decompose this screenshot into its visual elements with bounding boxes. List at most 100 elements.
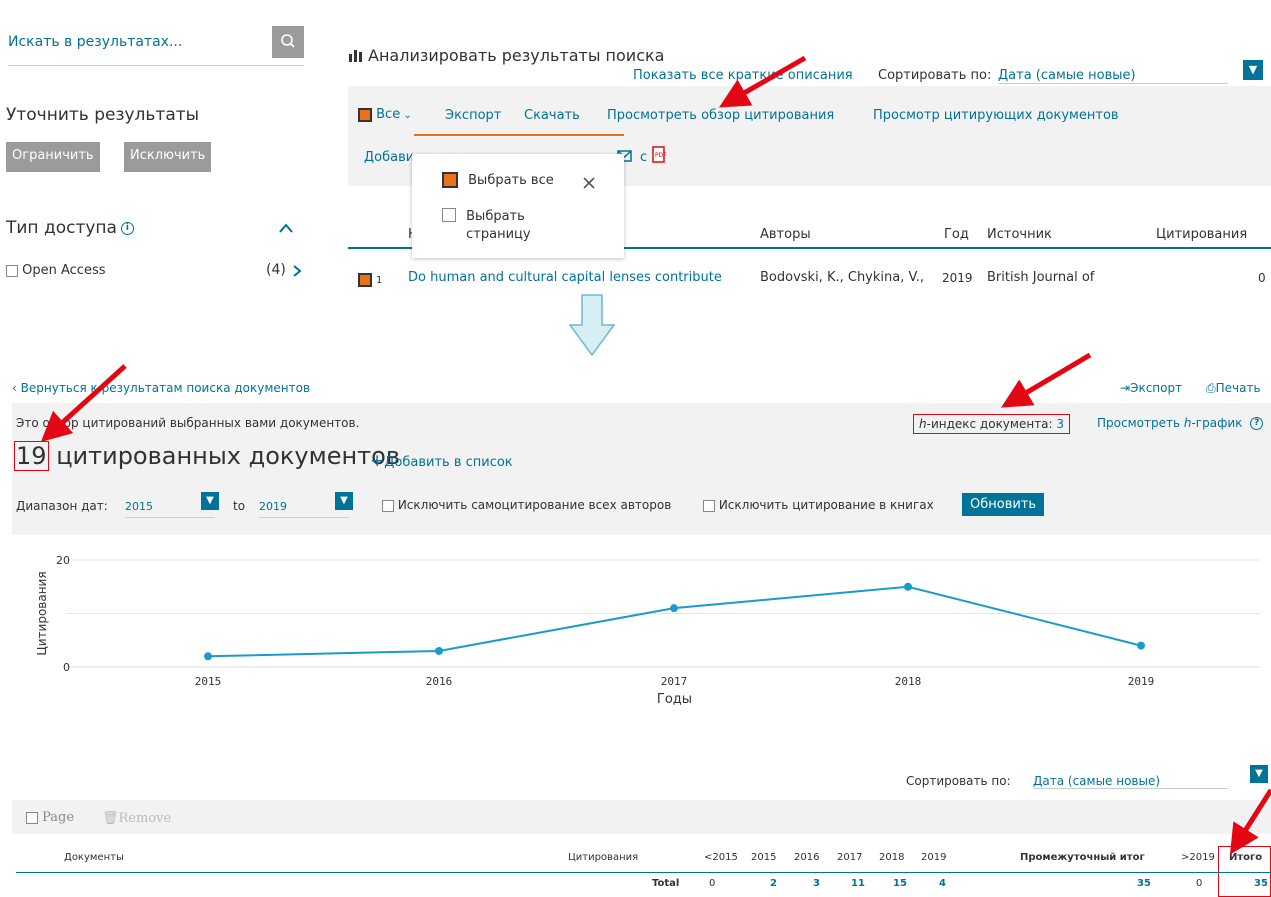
exclude-self-citations[interactable]: Исключить самоцитирование всех авторов — [382, 498, 671, 512]
table-toolbar — [12, 800, 1271, 834]
chevron-left-icon: ‹ — [12, 381, 17, 395]
search-button[interactable] — [272, 26, 304, 58]
table-sort-label: Сортировать по: — [906, 774, 1011, 788]
citations-header[interactable]: Цитирования — [568, 852, 638, 863]
row-source[interactable]: British Journal of — [987, 270, 1094, 285]
exclude-books-label: Исключить цитирование в книгах — [718, 498, 934, 512]
data-point[interactable] — [904, 582, 912, 591]
total-2015[interactable]: 2 — [770, 878, 777, 889]
add-to-list-link-tail[interactable]: с — [640, 150, 647, 165]
x-tick-label: 2019 — [1128, 675, 1155, 688]
open-access-label: Open Access — [22, 263, 106, 278]
lt2015-header[interactable]: <2015 — [704, 852, 738, 863]
subtotal-header[interactable]: Промежуточный итог — [1020, 852, 1145, 863]
sort-select[interactable]: Дата (самые новые) — [998, 68, 1228, 84]
select-all-option-checkbox[interactable] — [442, 172, 458, 188]
row-citations: 0 — [1258, 271, 1266, 285]
data-point[interactable] — [204, 652, 212, 661]
table-sort-select[interactable]: Дата (самые новые) — [1033, 774, 1228, 789]
total-2018[interactable]: 15 — [893, 878, 907, 889]
trash-icon: 🗑 — [102, 811, 119, 826]
download-link[interactable]: Скачать — [524, 108, 580, 123]
2015-header[interactable]: 2015 — [751, 852, 776, 863]
exclude-self-checkbox[interactable] — [382, 499, 394, 512]
add-to-list-button[interactable]: +Добавить в список — [370, 451, 513, 471]
chevron-down-icon[interactable]: ⌄ — [400, 110, 411, 121]
select-page-option[interactable]: Выбрать страницу — [442, 208, 531, 244]
2016-header[interactable]: 2016 — [794, 852, 819, 863]
limit-button[interactable]: Ограничить — [6, 142, 100, 172]
citations-column-header[interactable]: Цитирования — [1156, 227, 1247, 242]
date-to-label: to — [233, 499, 246, 513]
exclude-book-citations[interactable]: Исключить цитирование в книгах — [703, 498, 934, 512]
show-abstracts-link[interactable]: Показать все краткие описания — [633, 68, 853, 83]
help-icon[interactable]: ? — [1250, 417, 1264, 430]
select-all-option[interactable]: Выбрать все — [442, 172, 554, 188]
exclude-books-checkbox[interactable] — [703, 499, 715, 512]
total-2016[interactable]: 3 — [813, 878, 820, 889]
open-access-filter[interactable]: Open Access — [6, 263, 106, 278]
x-tick-label: 2016 — [426, 675, 453, 688]
total-total[interactable]: 35 — [1254, 878, 1268, 889]
cited-docs-heading: 19 цитированных документов — [14, 441, 400, 471]
y-axis-label: Цитирования — [35, 571, 49, 655]
page-checkbox[interactable] — [26, 811, 38, 824]
info-icon[interactable]: i — [120, 221, 134, 235]
exclude-button[interactable]: Исключить — [124, 142, 212, 172]
date-from-dropdown[interactable]: ▼ — [201, 492, 219, 510]
2017-header[interactable]: 2017 — [837, 852, 862, 863]
chevron-down-icon: ▼ — [1248, 63, 1258, 76]
chevron-right-icon[interactable] — [292, 264, 302, 278]
total-subtotal[interactable]: 35 — [1137, 878, 1151, 889]
date-to-dropdown[interactable]: ▼ — [335, 492, 353, 510]
sort-dropdown-button[interactable]: ▼ — [1243, 60, 1263, 80]
select-page-checkbox[interactable] — [442, 208, 456, 222]
analyze-results[interactable]: Анализировать результаты поиска — [348, 46, 664, 65]
authors-column-header[interactable]: Авторы — [760, 227, 811, 242]
view-citation-overview-link[interactable]: Просмотреть обзор цитирования — [607, 108, 834, 123]
view-h-graph-link[interactable]: Просмотреть h-график ? — [1097, 416, 1264, 430]
update-button[interactable]: Обновить — [962, 493, 1045, 516]
data-point[interactable] — [1137, 641, 1145, 650]
data-point[interactable] — [670, 604, 678, 613]
2019-header[interactable]: 2019 — [921, 852, 946, 863]
total-2017[interactable]: 11 — [851, 878, 865, 889]
open-access-count: (4) — [266, 262, 286, 278]
table-sort-dropdown[interactable]: ▼ — [1250, 765, 1268, 783]
exclude-self-label: Исключить самоцитирование всех авторов — [397, 498, 672, 512]
close-icon[interactable] — [582, 176, 596, 190]
table-row: 1 Do human and cultural capital lenses c… — [348, 262, 1271, 298]
pdf-icon[interactable]: PDF — [651, 146, 667, 164]
row-authors[interactable]: Bodovski, K., Chykina, V., — [760, 270, 924, 285]
chevron-up-icon[interactable] — [278, 222, 294, 234]
search-input[interactable] — [8, 34, 258, 50]
row-title[interactable]: Do human and cultural capital lenses con… — [408, 270, 722, 285]
overview-export-link[interactable]: ⇥Экспорт — [1120, 381, 1182, 395]
h-index-value[interactable]: 3 — [1056, 417, 1064, 431]
page-select[interactable]: Page — [26, 810, 74, 825]
year-column-header[interactable]: Год — [944, 227, 969, 242]
overview-print-label: Печать — [1215, 381, 1261, 395]
add-to-list-link[interactable]: Добави — [364, 150, 414, 165]
analyze-label: Анализировать результаты поиска — [368, 46, 665, 65]
remove-button[interactable]: 🗑Remove — [102, 811, 171, 826]
2018-header[interactable]: 2018 — [879, 852, 904, 863]
source-column-header[interactable]: Источник — [987, 227, 1052, 242]
select-all-checkbox[interactable] — [358, 107, 372, 122]
data-point[interactable] — [435, 646, 443, 655]
overview-print-link[interactable]: ⎙Печать — [1206, 381, 1261, 396]
h-index-label: -индекс документа: — [926, 417, 1053, 431]
export-link[interactable]: Экспорт — [445, 108, 501, 123]
dropdown-indicator — [414, 134, 624, 136]
view-citing-docs-link[interactable]: Просмотр цитирующих документов — [873, 108, 1119, 123]
select-page-label-2: страницу — [466, 227, 531, 242]
row-checkbox[interactable] — [358, 273, 372, 287]
documents-header[interactable]: Документы — [64, 852, 124, 863]
select-all-label[interactable]: Все — [376, 107, 400, 122]
select-all-control[interactable]: Все ⌄ — [358, 107, 412, 122]
total-2019[interactable]: 4 — [939, 878, 946, 889]
gt2019-header[interactable]: >2019 — [1181, 852, 1215, 863]
back-to-results-link[interactable]: ‹ Вернуться к результатам поиска докумен… — [12, 381, 310, 395]
open-access-checkbox[interactable] — [6, 264, 18, 277]
table-header-divider — [16, 872, 1271, 873]
